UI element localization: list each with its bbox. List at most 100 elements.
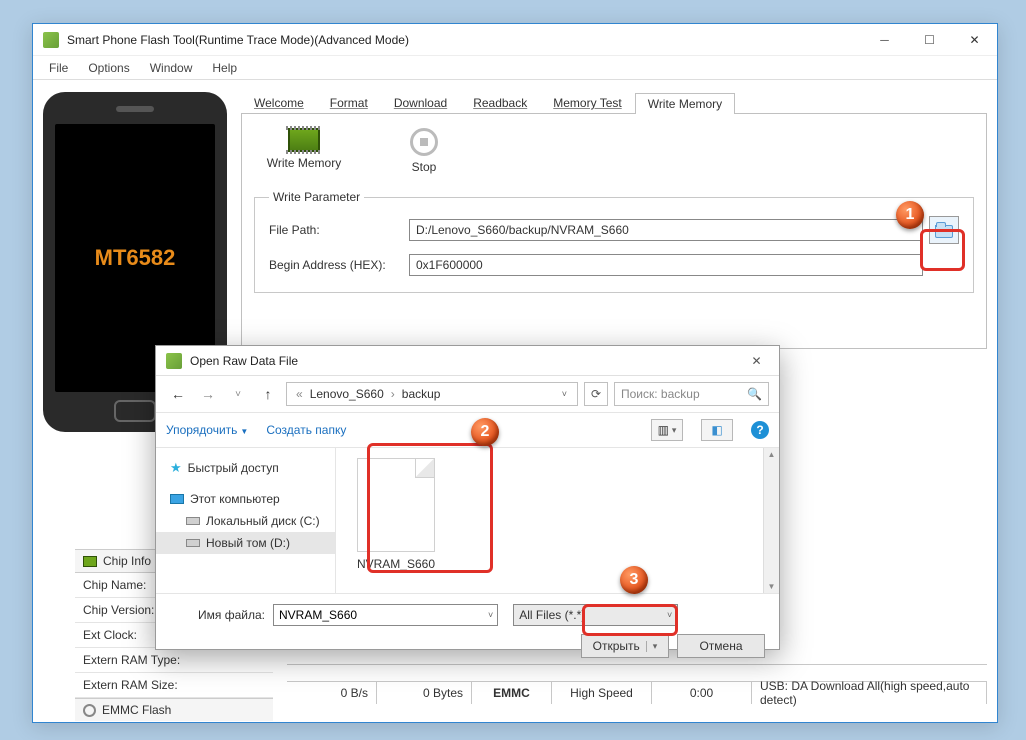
drive-icon [186,539,200,547]
stop-button[interactable]: Stop [384,128,464,174]
stop-icon [410,128,438,156]
tree-quick-access[interactable]: ★ Быстрый доступ [156,456,335,480]
menubar: File Options Window Help [33,56,997,80]
menu-options[interactable]: Options [78,58,139,78]
begin-address-label: Begin Address (HEX): [269,258,409,272]
tab-body-write-memory: Write Memory Stop Write Parameter File P… [241,114,987,349]
dialog-title: Open Raw Data File [190,354,734,368]
chevron-down-icon: ▾ [646,641,658,652]
recent-dropdown[interactable]: ˅ [226,382,250,406]
write-toolbar: Write Memory Stop [254,128,974,182]
star-icon: ★ [170,460,182,476]
open-button[interactable]: Открыть ▾ [581,634,669,658]
tabs: Welcome Format Download Readback Memory … [241,92,987,114]
write-parameter-fieldset: Write Parameter File Path: D:/Lenovo_S66… [254,190,974,293]
window-title: Smart Phone Flash Tool(Runtime Trace Mod… [67,33,862,47]
write-memory-button[interactable]: Write Memory [264,128,344,174]
phone-home-icon [114,400,156,422]
dialog-footer: Имя файла: ˅ All Files (*.*) ˅ Открыть ▾… [156,593,779,668]
status-storage: EMMC [472,682,552,704]
dialog-toolbar: Упорядочить▼ Создать папку ▥ ▾ ◧ ? [156,413,779,448]
begin-address-field[interactable]: 0x1F600000 [409,254,923,276]
chip-info-title: Chip Info [103,554,151,568]
app-icon [43,32,59,48]
main-titlebar: Smart Phone Flash Tool(Runtime Trace Mod… [33,24,997,56]
chip-info-footer: EMMC Flash [75,698,273,721]
chip-model-label: MT6582 [95,245,176,271]
chevron-left-icon: « [293,387,306,401]
scrollbar[interactable]: ▲ ▼ [763,448,779,593]
filter-label: All Files (*.*) [519,608,585,622]
drive-icon [186,517,200,525]
chevron-down-icon[interactable]: ˅ [488,610,493,620]
file-icon [357,458,435,552]
scroll-up-icon[interactable]: ▲ [768,450,776,459]
status-speed: 0 B/s [287,682,377,704]
preview-icon: ◧ [711,423,722,437]
browse-button[interactable] [929,216,959,244]
extern-ram-size-row: Extern RAM Size: [75,673,273,698]
status-bar: 0 B/s 0 Bytes EMMC High Speed 0:00 USB: … [287,664,987,704]
tree-this-pc[interactable]: Этот компьютер [156,488,335,510]
file-item-nvram[interactable]: NVRAM_S660 [346,458,446,571]
breadcrumb[interactable]: « Lenovo_S660 › backup ˅ [286,382,578,406]
chip-icon [288,128,320,152]
file-path-field[interactable]: D:/Lenovo_S660/backup/NVRAM_S660 [409,219,923,241]
write-parameter-legend: Write Parameter [269,190,364,204]
refresh-button[interactable]: ⟳ [584,382,608,406]
chevron-down-icon: ˅ [667,610,672,620]
close-button[interactable]: ✕ [952,25,997,55]
tab-format[interactable]: Format [317,92,381,113]
menu-help[interactable]: Help [202,58,247,78]
up-button[interactable]: ↑ [256,382,280,406]
address-bar: ← → ˅ ↑ « Lenovo_S660 › backup ˅ ⟳ Поиск… [156,376,779,413]
tab-write-memory[interactable]: Write Memory [635,93,735,114]
breadcrumb-part1[interactable]: Lenovo_S660 [310,387,384,401]
file-list[interactable]: NVRAM_S660 [336,448,763,593]
cancel-button[interactable]: Отмена [677,634,765,658]
dialog-body: ★ Быстрый доступ Этот компьютер Локальны… [156,448,779,593]
maximize-button[interactable]: ☐ [907,25,952,55]
tab-welcome[interactable]: Welcome [241,92,317,113]
app-icon [166,353,182,369]
new-folder-button[interactable]: Создать папку [266,423,346,437]
tab-memory-test[interactable]: Memory Test [540,92,634,113]
search-placeholder: Поиск: backup [621,387,700,401]
search-input[interactable]: Поиск: backup 🔍 [614,382,769,406]
breadcrumb-part2[interactable]: backup [402,387,441,401]
open-button-label: Открыть [593,639,640,653]
stop-label: Stop [412,160,437,174]
dialog-close-button[interactable]: ✕ [734,346,779,376]
emmc-flash-label: EMMC Flash [102,703,171,717]
chevron-down-icon: ▾ [672,425,677,436]
file-item-label: NVRAM_S660 [346,557,446,571]
tab-readback[interactable]: Readback [460,92,540,113]
tree-this-pc-label: Этот компьютер [190,492,280,506]
file-path-label: File Path: [269,223,409,237]
tab-download[interactable]: Download [381,92,460,113]
back-button[interactable]: ← [166,382,190,406]
scroll-down-icon[interactable]: ▼ [768,582,776,591]
menu-file[interactable]: File [39,58,78,78]
view-button[interactable]: ▥ ▾ [651,419,683,441]
help-button[interactable]: ? [751,421,769,439]
preview-pane-button[interactable]: ◧ [701,419,733,441]
filename-input[interactable] [273,604,498,626]
filter-select[interactable]: All Files (*.*) ˅ [513,604,678,626]
minimize-button[interactable]: ─ [862,25,907,55]
cancel-button-label: Отмена [699,639,742,653]
gear-icon [83,704,96,717]
menu-window[interactable]: Window [140,58,203,78]
chip-icon [83,556,97,567]
tree-drive-c[interactable]: Локальный диск (C:) [156,510,335,532]
status-bytes: 0 Bytes [377,682,472,704]
forward-button[interactable]: → [196,382,220,406]
organize-button[interactable]: Упорядочить▼ [166,423,248,437]
open-file-dialog: Open Raw Data File ✕ ← → ˅ ↑ « Lenovo_S6… [155,345,780,650]
tree-drive-c-label: Локальный диск (C:) [206,514,320,528]
filename-label: Имя файла: [170,608,265,622]
tree-drive-d-label: Новый том (D:) [206,536,290,550]
chevron-down-icon[interactable]: ˅ [558,389,571,399]
view-icon: ▥ [658,424,669,436]
tree-drive-d[interactable]: Новый том (D:) [156,532,335,554]
